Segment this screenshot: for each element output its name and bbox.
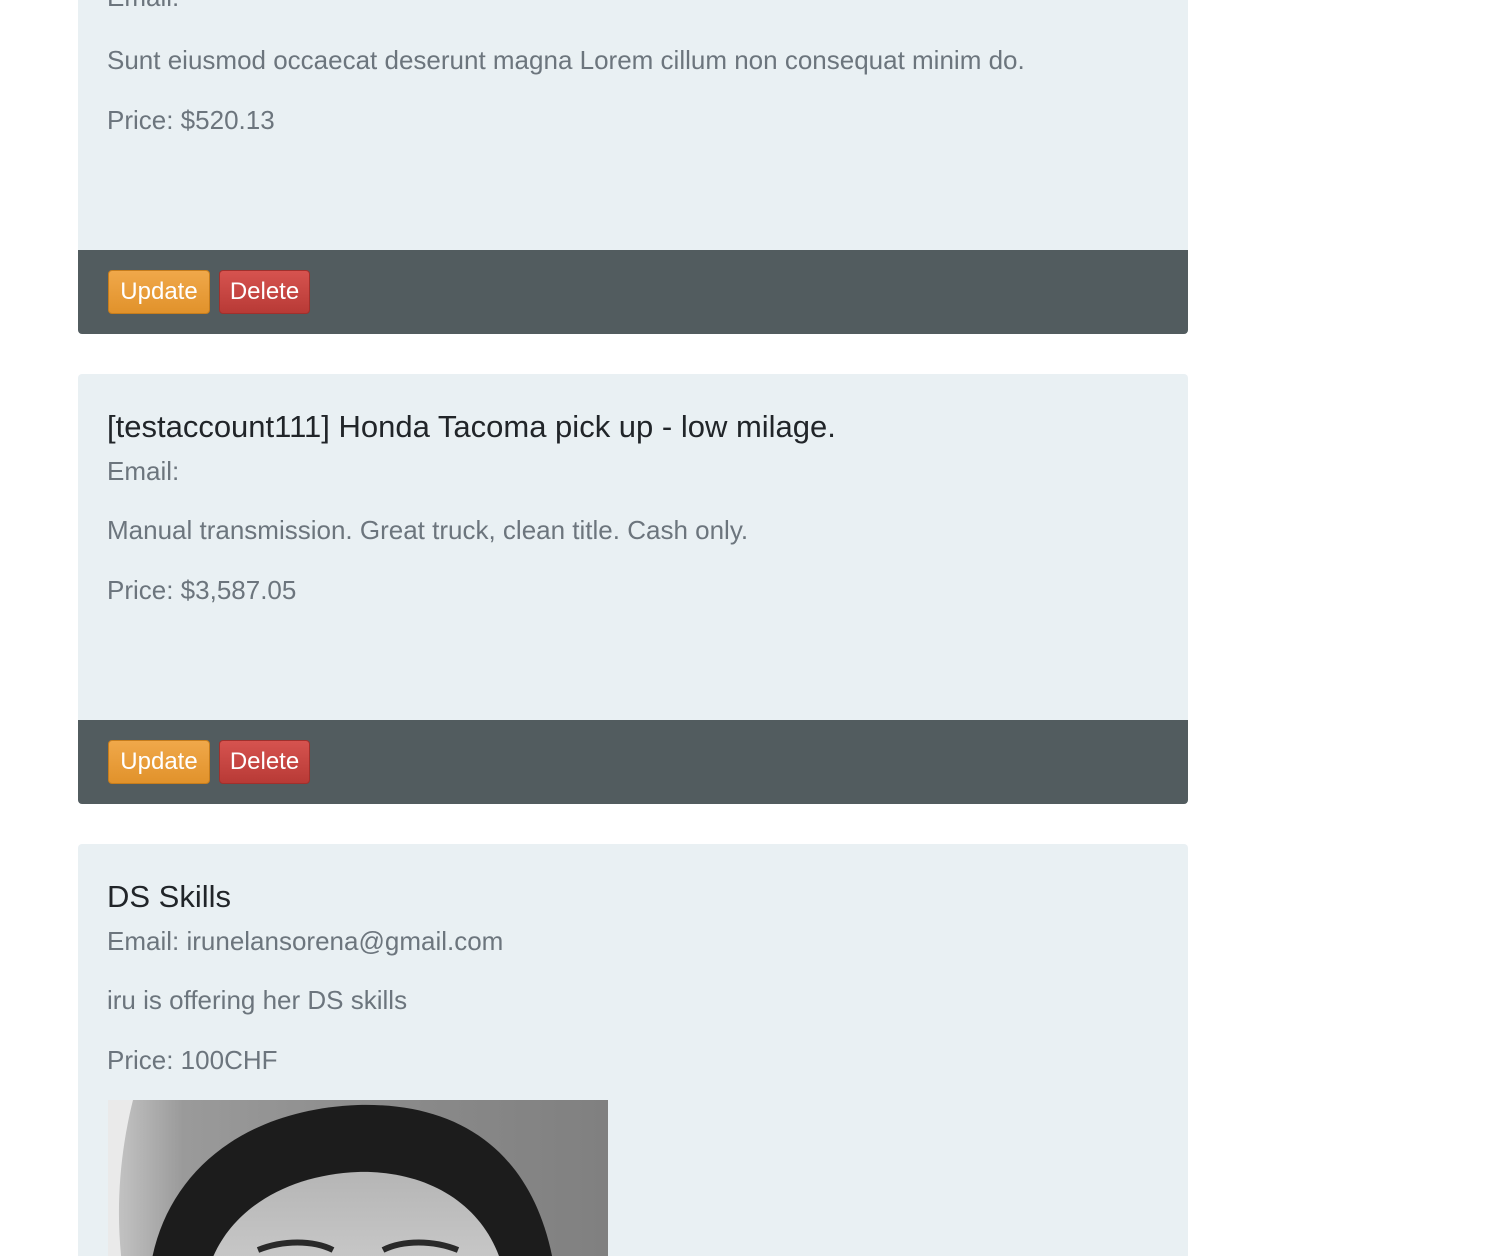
listing-email: Email: irunelansorena@gmail.com [107, 926, 504, 956]
listing-card: [testaccount111] Honda Tacoma pick up - … [78, 374, 1188, 804]
listing-card: DS Skills Email: irunelansorena@gmail.co… [78, 844, 1188, 1256]
listing-card: Email: Sunt eiusmod occaecat deserunt ma… [78, 0, 1188, 334]
delete-button[interactable]: Delete [219, 270, 310, 314]
listing-price: Price: $520.13 [107, 105, 275, 135]
update-button[interactable]: Update [108, 740, 210, 784]
portrait-image [108, 1100, 608, 1256]
listing-email: Email: [107, 456, 180, 486]
listing-price: Price: $3,587.05 [107, 575, 297, 605]
listing-title: DS Skills [107, 879, 232, 914]
delete-button[interactable]: Delete [219, 740, 310, 784]
listing-description: iru is offering her DS skills [107, 985, 408, 1015]
listing-card-footer: Update Delete [78, 720, 1188, 804]
listing-email: Email: [107, 0, 179, 12]
listing-card-body: Email: Sunt eiusmod occaecat deserunt ma… [78, 0, 1188, 250]
listing-description: Sunt eiusmod occaecat deserunt magna Lor… [107, 45, 1025, 75]
listing-description: Manual transmission. Great truck, clean … [107, 515, 749, 545]
listing-price: Price: 100CHF [107, 1045, 278, 1075]
listing-card-body: DS Skills Email: irunelansorena@gmail.co… [78, 844, 1188, 1256]
listing-card-body: [testaccount111] Honda Tacoma pick up - … [78, 374, 1188, 720]
update-button[interactable]: Update [108, 270, 210, 314]
listing-feed: Email: Sunt eiusmod occaecat deserunt ma… [0, 0, 1504, 1256]
listing-title: [testaccount111] Honda Tacoma pick up - … [107, 409, 836, 444]
listing-card-footer: Update Delete [78, 250, 1188, 334]
listing-photo [108, 1100, 608, 1256]
